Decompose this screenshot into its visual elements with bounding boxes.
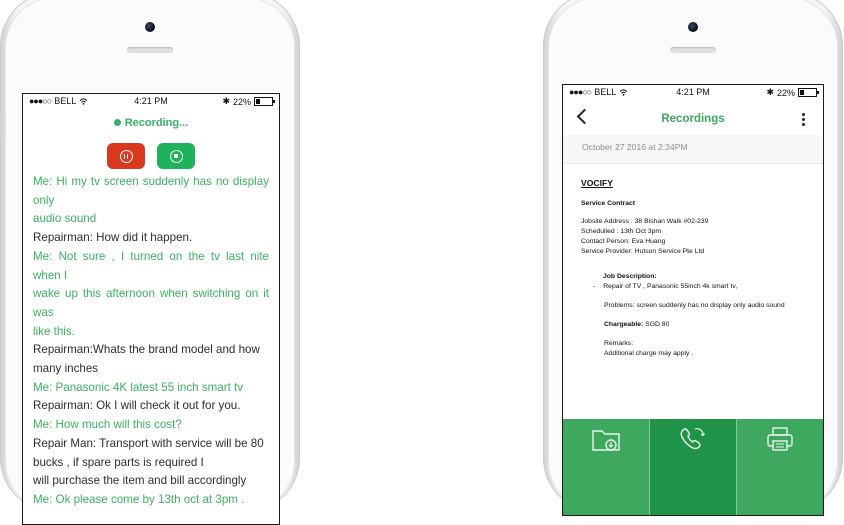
volume-button <box>0 112 1 138</box>
bullet-mark: - <box>593 283 596 290</box>
right-phone: ●●●○○ BELL 4:21 PM ✱ 22% Recordings Octo… <box>543 0 843 516</box>
stop-icon <box>169 149 183 163</box>
nav-bar: Recordings <box>563 99 823 135</box>
more-vertical-icon[interactable] <box>802 113 805 126</box>
stop-button[interactable] <box>157 143 195 169</box>
transcript-line-repairman: many inches <box>33 362 99 376</box>
contract-info: Jobsite Address : 38 Bishan Walk #02-239… <box>581 217 805 257</box>
job-item-text: Repair of TV , Panasonic 55inch 4k smart… <box>603 283 738 290</box>
transcript-line-customer: Me: Not sure , I turned on the tv last n… <box>33 249 269 282</box>
tab-call[interactable] <box>650 419 737 515</box>
transcript-line-customer: Me: How much will this cost? <box>33 418 182 432</box>
contract-document: VOCIFY Service Contract Jobsite Address … <box>563 164 823 359</box>
bluetooth-icon: ✱ <box>766 87 774 97</box>
earpiece-speaker <box>127 47 173 53</box>
recordings-screen: ●●●○○ BELL 4:21 PM ✱ 22% Recordings Octo… <box>562 84 824 516</box>
pause-button[interactable] <box>107 143 145 169</box>
transcript: Me: Hi my tv screen suddenly has no disp… <box>23 169 279 510</box>
transcript-line-repairman: will purchase the item and bill accordin… <box>33 474 247 488</box>
printer-icon <box>767 427 793 451</box>
transcript-line-repairman: Repairman: Ok I will check it out for yo… <box>33 399 241 413</box>
pause-icon <box>119 149 133 163</box>
recording-status: Recording... <box>23 117 279 129</box>
chargeable-label: Chargeable: <box>604 321 644 328</box>
status-bar: ●●●○○ BELL 4:21 PM ✱ 22% <box>563 85 823 99</box>
contract-info-line: Service Provider: Hutson Service Pte Ltd <box>581 248 705 255</box>
transcript-line-customer: wake up this afternoon when switching on… <box>33 287 269 319</box>
transcript-line-customer: Me: Hi my tv screen suddenly has no disp… <box>33 175 269 207</box>
left-phone: ●●●○○ BELL 4:21 PM ✱ 22% Recording... Me… <box>0 0 300 525</box>
battery-percent: 22% <box>776 87 795 98</box>
recording-controls <box>23 143 279 169</box>
status-right: ✱ 22% <box>222 96 275 107</box>
recording-screen: ●●●○○ BELL 4:21 PM ✱ 22% Recording... Me… <box>22 93 280 525</box>
transcript-line-customer: like this. <box>33 324 75 338</box>
remarks-label: Remarks: <box>604 340 634 347</box>
front-camera <box>145 22 155 32</box>
phone-sync-icon <box>680 428 705 450</box>
transcript-line-customer: audio sound <box>33 212 97 226</box>
tab-print[interactable] <box>737 419 823 515</box>
page-title: Recordings <box>661 113 725 125</box>
bluetooth-icon: ✱ <box>222 96 230 106</box>
transcript-line-repairman: Repairman:Whats the brand model and how <box>33 343 260 357</box>
battery-icon <box>798 88 819 97</box>
transcript-line-customer: Me: Panasonic 4K latest 55 inch smart tv <box>33 380 244 394</box>
document-brand: VOCIFY <box>581 178 613 188</box>
transcript-line-repairman: bucks , if spare parts is required I <box>33 455 204 469</box>
earpiece-speaker <box>670 47 716 53</box>
folder-download-icon <box>592 430 620 451</box>
recording-label: Recording... <box>124 117 189 129</box>
bottom-tab-bar <box>563 419 823 515</box>
document-heading: Service Contract <box>581 200 636 207</box>
remarks-value: Additional charge may apply . <box>604 350 694 357</box>
problems-text: Problems: screen suddenly has no display… <box>604 302 785 309</box>
job-description-title: Job Description: <box>603 273 657 280</box>
front-camera <box>688 22 698 32</box>
chargeable-value: SGD 80 <box>645 321 670 328</box>
transcript-line-customer: Me: Ok please come by 13th oct at 3pm . <box>33 492 245 506</box>
status-bar: ●●●○○ BELL 4:21 PM ✱ 22% <box>23 94 279 108</box>
transcript-line-repairman: Repair Man: Transport with service will … <box>33 436 264 450</box>
contract-info-line: Contact Person: Eva Huang <box>581 238 666 245</box>
recording-dot-icon <box>113 118 121 126</box>
chargeable-line: Chargeable: SGD 80 <box>604 320 805 330</box>
tab-save[interactable] <box>563 419 650 515</box>
transcript-line-repairman: Repairman: How did it happen. <box>33 231 193 245</box>
job-item: - Repair of TV , Panasonic 55inch 4k sma… <box>593 282 805 292</box>
battery-percent: 22% <box>232 96 251 107</box>
contract-info-line: Schedulled : 13th Oct 3pm <box>581 228 662 235</box>
battery-icon <box>254 97 275 106</box>
status-right: ✱ 22% <box>766 87 819 98</box>
contract-info-line: Jobsite Address : 38 Bishan Walk #02-239 <box>581 218 709 225</box>
recording-date: October 27 2016 at 2:34PM <box>563 135 823 164</box>
